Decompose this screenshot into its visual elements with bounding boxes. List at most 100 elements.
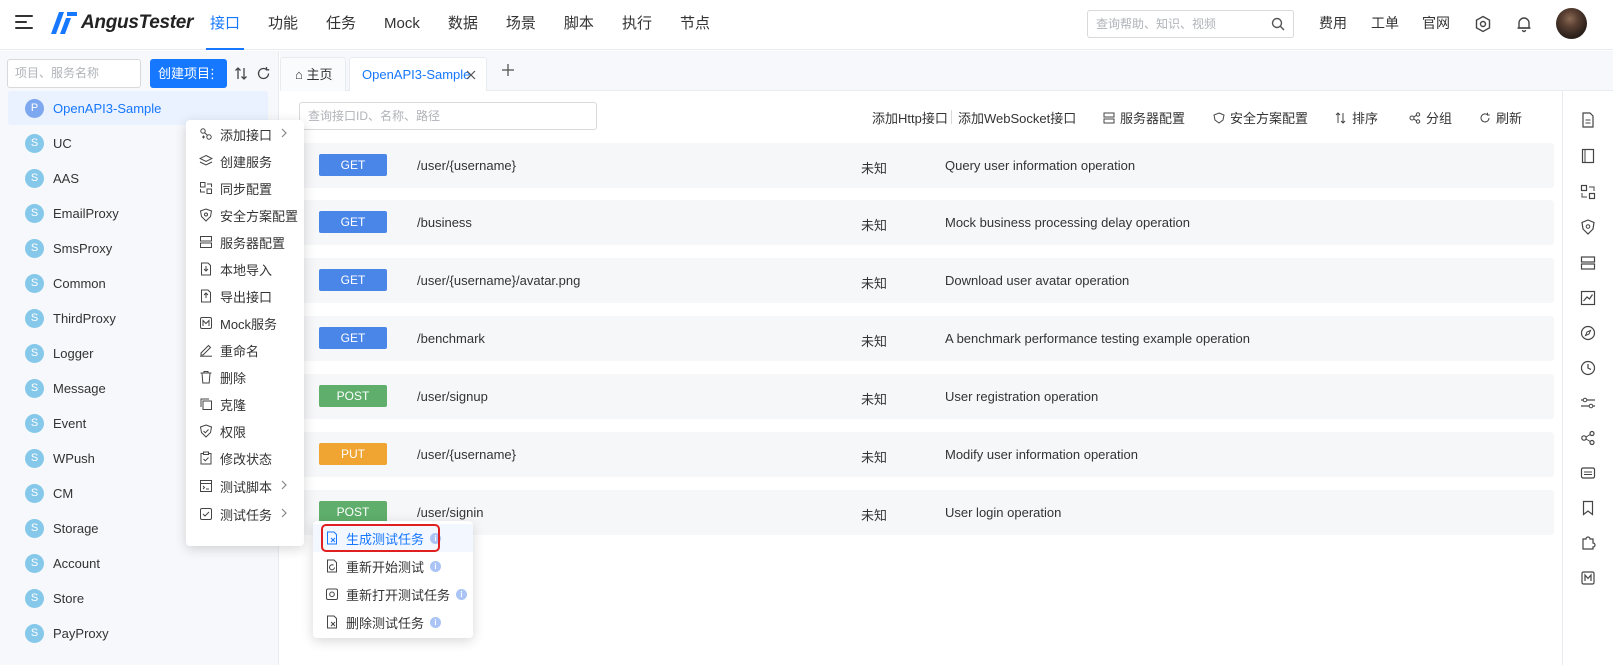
trash-icon bbox=[200, 371, 212, 384]
menu-test-task[interactable]: 测试任务 bbox=[186, 500, 304, 528]
submenu-delete-test-task[interactable]: 删除测试任务 i bbox=[313, 608, 473, 636]
mock-icon[interactable] bbox=[1580, 570, 1596, 586]
compass-icon[interactable] bbox=[1580, 325, 1596, 341]
api-row[interactable]: GET /benchmark 未知 A benchmark performanc… bbox=[299, 316, 1554, 361]
user-avatar[interactable] bbox=[1556, 8, 1587, 39]
api-path: /benchmark bbox=[417, 331, 485, 346]
group-button[interactable]: 分组 bbox=[1409, 108, 1452, 127]
project-name: Account bbox=[53, 555, 100, 571]
menu-label: 测试任务 bbox=[220, 507, 273, 523]
info-icon[interactable]: i bbox=[430, 560, 442, 572]
project-name: ThirdProxy bbox=[53, 310, 116, 326]
add-http-label: 添加Http接口 bbox=[872, 111, 948, 126]
more-icon[interactable]: ⋮ bbox=[206, 59, 219, 88]
add-http-api-button[interactable]: 添加Http接口 bbox=[872, 108, 948, 127]
menu-clone[interactable]: 克隆 bbox=[186, 390, 304, 418]
api-row[interactable]: POST /user/signin 未知 User login operatio… bbox=[299, 490, 1554, 535]
sort-button[interactable]: 排序 bbox=[1335, 108, 1378, 127]
link-ticket[interactable]: 工单 bbox=[1371, 0, 1399, 50]
menu-delete[interactable]: 删除 bbox=[186, 363, 304, 391]
sliders-icon[interactable] bbox=[1580, 395, 1596, 411]
tab-openapi3-sample[interactable]: OpenAPI3-Sample bbox=[349, 57, 487, 91]
menu-server-config[interactable]: 服务器配置 bbox=[186, 228, 304, 256]
api-search-input[interactable]: 查询接口ID、名称、路径 bbox=[299, 102, 597, 130]
nav-node[interactable]: 节点 bbox=[666, 0, 724, 50]
project-name: UC bbox=[53, 135, 72, 151]
nav-mock[interactable]: Mock bbox=[370, 0, 434, 50]
menu-icon[interactable] bbox=[15, 15, 33, 29]
chart-icon[interactable] bbox=[1580, 290, 1596, 306]
method-badge: POST bbox=[319, 385, 387, 407]
project-item[interactable]: S PayProxy bbox=[8, 616, 268, 650]
api-status: 未知 bbox=[861, 334, 888, 349]
menu-test-script[interactable]: 测试脚本 bbox=[186, 472, 304, 500]
book-icon[interactable] bbox=[1580, 148, 1596, 164]
bell-icon[interactable] bbox=[1515, 15, 1533, 33]
info-icon[interactable]: i bbox=[456, 588, 468, 600]
document-icon[interactable] bbox=[1580, 112, 1596, 128]
sync-icon bbox=[200, 182, 212, 194]
help-search-input[interactable]: 查询帮助、知识、视频 bbox=[1087, 10, 1294, 38]
menu-security-config[interactable]: 安全方案配置 bbox=[186, 201, 304, 229]
code-icon[interactable] bbox=[1580, 465, 1596, 481]
submenu-label: 重新打开测试任务 bbox=[346, 587, 451, 603]
search-icon[interactable] bbox=[1271, 17, 1285, 31]
layers-icon bbox=[199, 154, 213, 166]
shield-icon[interactable] bbox=[1580, 219, 1596, 235]
server-icon[interactable] bbox=[1580, 255, 1596, 271]
submenu-reopen-test-task[interactable]: 重新打开测试任务 i bbox=[313, 580, 473, 608]
add-websocket-api-button[interactable]: 添加WebSocket接口 bbox=[958, 108, 1076, 127]
tab-home[interactable]: ⌂ 主页 bbox=[280, 57, 346, 91]
add-tab-icon[interactable] bbox=[501, 63, 515, 77]
logo[interactable]: AngusTester bbox=[51, 12, 193, 34]
project-name: AAS bbox=[53, 170, 80, 186]
api-description: Mock business processing delay operation bbox=[945, 215, 1190, 230]
puzzle-icon[interactable] bbox=[1580, 535, 1596, 551]
menu-rename[interactable]: 重命名 bbox=[186, 336, 304, 364]
nav-execution[interactable]: 执行 bbox=[608, 0, 666, 50]
api-row[interactable]: POST /user/signup 未知 User registration o… bbox=[299, 374, 1554, 419]
menu-add-api[interactable]: 添加接口 bbox=[186, 120, 304, 148]
refresh-icon[interactable] bbox=[256, 66, 271, 81]
project-badge: S bbox=[25, 588, 44, 608]
create-project-button[interactable]: 创建项目 ⋮ bbox=[150, 59, 227, 88]
menu-local-import[interactable]: 本地导入 bbox=[186, 255, 304, 283]
share-icon[interactable] bbox=[1580, 430, 1596, 446]
menu-create-service[interactable]: 创建服务 bbox=[186, 147, 304, 175]
nav-api[interactable]: 接口 bbox=[196, 0, 254, 50]
chevron-right-icon bbox=[281, 128, 287, 138]
nav-scenario[interactable]: 场景 bbox=[492, 0, 550, 50]
refresh-button[interactable]: 刷新 bbox=[1479, 108, 1522, 127]
nav-data[interactable]: 数据 bbox=[434, 0, 492, 50]
settings-icon[interactable] bbox=[1474, 15, 1492, 33]
project-badge: S bbox=[25, 203, 44, 223]
menu-change-status[interactable]: 修改状态 bbox=[186, 444, 304, 472]
export-icon bbox=[201, 289, 211, 303]
api-path: /user/signup bbox=[417, 389, 488, 404]
nav-task[interactable]: 任务 bbox=[312, 0, 370, 50]
project-search-input[interactable]: 项目、服务名称 bbox=[7, 59, 141, 88]
clock-icon[interactable] bbox=[1580, 360, 1596, 376]
link-billing[interactable]: 费用 bbox=[1319, 0, 1347, 50]
menu-permission[interactable]: 权限 bbox=[186, 417, 304, 445]
server-config-button[interactable]: 服务器配置 bbox=[1103, 108, 1185, 127]
info-icon[interactable]: i bbox=[430, 616, 442, 628]
api-row[interactable]: PUT /user/{username} 未知 Modify user info… bbox=[299, 432, 1554, 477]
link-website[interactable]: 官网 bbox=[1422, 0, 1450, 50]
menu-sync-config[interactable]: 同步配置 bbox=[186, 174, 304, 202]
project-item[interactable]: S Store bbox=[8, 581, 268, 615]
menu-export-api[interactable]: 导出接口 bbox=[186, 282, 304, 310]
api-row[interactable]: GET /business 未知 Mock business processin… bbox=[299, 200, 1554, 245]
nav-function[interactable]: 功能 bbox=[254, 0, 312, 50]
submenu-restart-test[interactable]: 重新开始测试 i bbox=[313, 552, 473, 580]
bookmark-icon[interactable] bbox=[1580, 500, 1596, 516]
project-item[interactable]: S Account bbox=[8, 546, 268, 580]
api-row[interactable]: GET /user/{username} 未知 Query user infor… bbox=[299, 143, 1554, 188]
menu-mock-service[interactable]: Mock服务 bbox=[186, 309, 304, 337]
sort-icon[interactable] bbox=[234, 66, 249, 81]
close-icon[interactable] bbox=[466, 70, 476, 80]
nav-script[interactable]: 脚本 bbox=[550, 0, 608, 50]
security-config-button[interactable]: 安全方案配置 bbox=[1213, 108, 1308, 127]
sync-icon[interactable] bbox=[1580, 184, 1596, 200]
api-row[interactable]: GET /user/{username}/avatar.png 未知 Downl… bbox=[299, 258, 1554, 303]
